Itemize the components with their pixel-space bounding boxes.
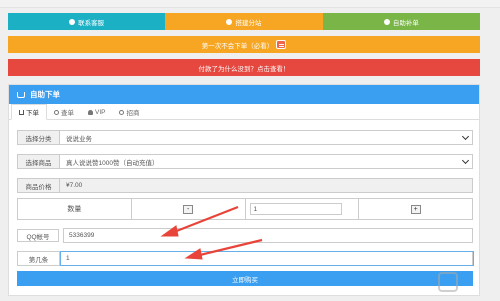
category-label: 选择分类 (18, 131, 60, 144)
category-value: 说说业务 (66, 135, 92, 143)
tab-vip-label: VIP (95, 108, 106, 116)
tab-merchant-label: 招商 (126, 110, 140, 117)
comment-icon (276, 40, 287, 49)
price-value: ¥7.00 (60, 179, 472, 192)
tab-vip[interactable]: VIP (81, 104, 112, 120)
tab-merchant[interactable]: 招商 (112, 104, 146, 120)
tab-query[interactable]: 查单 (47, 104, 81, 120)
user-icon (88, 109, 93, 115)
post-number-row: 第几条 1 (17, 251, 474, 266)
tab-order[interactable]: 下单 (11, 104, 47, 120)
panel-header: 自助下单 (9, 85, 479, 104)
paid-not-arrived-banner[interactable]: 付款了为什么没到？点击查看！ (8, 59, 480, 76)
clock-icon (119, 109, 125, 115)
product-value: 真人说说赞1000赞（自动充值） (66, 159, 159, 167)
product-row: 选择商品 真人说说赞1000赞（自动充值） (17, 154, 473, 169)
top-strip (0, 0, 500, 8)
chevron-down-icon (461, 156, 470, 165)
first-order-text: 第一次不会下单（必看） (201, 42, 274, 50)
quantity-minus-cell: - (132, 199, 246, 219)
quantity-row: 数量 - 1 + (17, 198, 473, 220)
product-select[interactable]: 真人说说赞1000赞（自动充值） (60, 155, 472, 168)
qq-account-label: QQ帐号 (17, 229, 59, 242)
tab-bar: 下单 查单 VIP 招商 (9, 104, 479, 120)
build-substation-button[interactable]: 搭建分站 (165, 13, 323, 30)
buy-now-button[interactable]: 立即购买 (17, 271, 473, 286)
tab-order-label: 下单 (26, 110, 39, 117)
chevron-down-icon (461, 132, 470, 141)
contact-support-button[interactable]: 联系客服 (8, 13, 166, 30)
quantity-plus-button[interactable]: + (410, 204, 421, 214)
build-substation-label: 搭建分站 (235, 19, 262, 27)
product-label: 选择商品 (18, 155, 60, 168)
watermark-icon (438, 272, 458, 292)
tab-query-label: 查单 (61, 110, 74, 117)
quantity-input[interactable]: 1 (249, 203, 342, 215)
paid-not-arrived-text: 付款了为什么没到？点击查看！ (198, 65, 290, 73)
first-order-banner[interactable]: 第一次不会下单（必看） (8, 36, 480, 53)
chat-icon (69, 18, 76, 25)
post-number-input[interactable]: 1 (60, 251, 474, 266)
watermark-logo (438, 268, 494, 296)
users-icon (383, 18, 390, 25)
order-panel: 自助下单 下单 查单 VIP 招商 选择分类 说说业务 选择商品 真人说说赞10… (8, 84, 480, 296)
category-select[interactable]: 说说业务 (60, 131, 472, 144)
category-row: 选择分类 说说业务 (17, 130, 473, 145)
cart-icon (19, 109, 24, 115)
price-label: 商品价格 (18, 179, 60, 192)
search-icon (54, 109, 59, 115)
quantity-minus-button[interactable]: - (183, 204, 194, 214)
home-icon (226, 18, 233, 25)
self-service-reorder-label: 自助补单 (392, 19, 419, 27)
price-row: 商品价格 ¥7.00 (17, 178, 473, 193)
post-number-label: 第几条 (18, 252, 60, 265)
quantity-input-cell: 1 (246, 199, 360, 219)
cart-icon (17, 91, 25, 98)
quantity-label: 数量 (18, 199, 132, 219)
contact-support-label: 联系客服 (78, 19, 105, 27)
qq-account-input[interactable]: 5336399 (63, 228, 473, 243)
quantity-plus-cell: + (359, 199, 472, 219)
self-service-reorder-button[interactable]: 自助补单 (322, 13, 480, 30)
top-button-row: 联系客服 搭建分站 自助补单 (8, 13, 480, 30)
panel-title: 自助下单 (30, 90, 60, 99)
qq-account-row: QQ帐号 5336399 (17, 228, 473, 243)
